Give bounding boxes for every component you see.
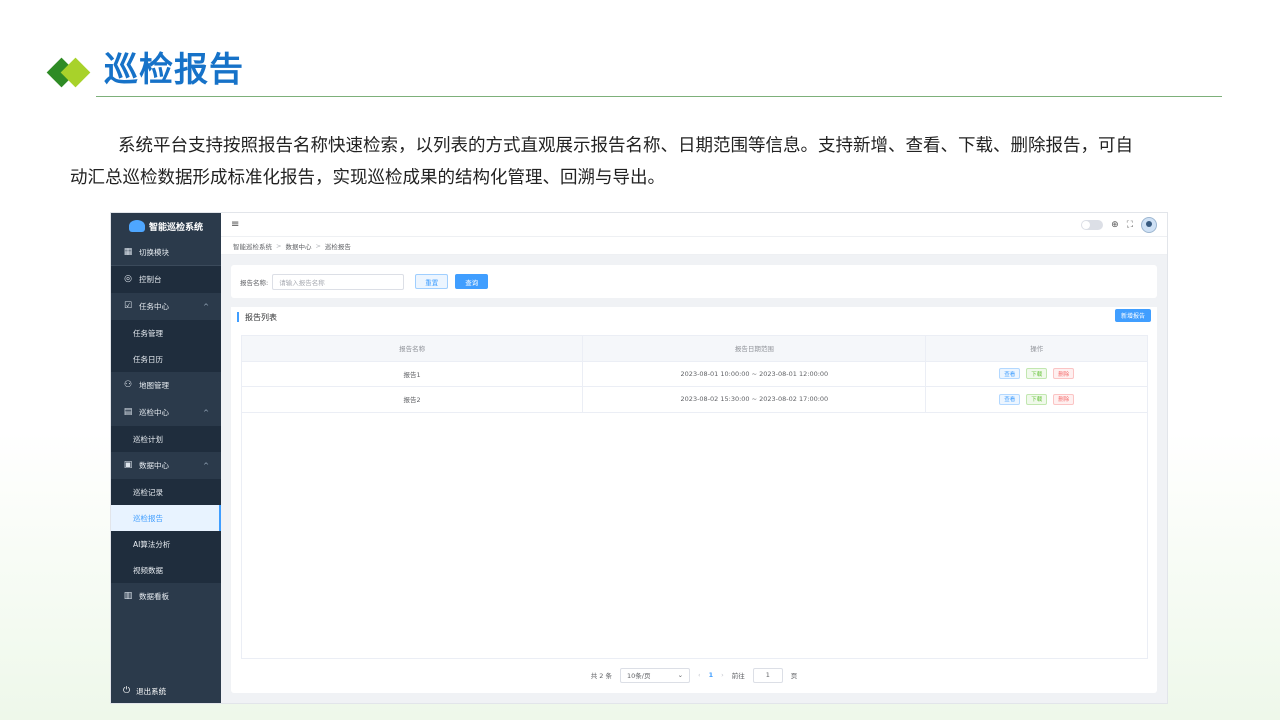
clipboard-icon: ▤ [123,407,133,417]
table-row: 报告1 2023-08-01 10:00:00 ~ 2023-08-01 12:… [242,361,1147,387]
report-list-header: 报告列表 新增报告 [231,307,1157,327]
grid-icon: ▦ [123,246,133,257]
monitor-icon: ▣ [123,460,133,470]
table-row: 报告2 2023-08-02 15:30:00 ~ 2023-08-02 17:… [242,387,1147,413]
delete-button[interactable]: 删除 [1053,393,1075,405]
sidebar-item-data-center[interactable]: ▣ 数据中心 ^ [111,452,221,479]
sidebar-item-inspection-center[interactable]: ▤ 巡检中心 ^ [111,399,221,426]
map-user-icon: ⚇ [123,380,133,390]
report-table-card: 报告名称 报告日期范围 操作 报告1 2023-08-01 10:00:00 ~… [231,327,1157,693]
query-button[interactable]: 查询 [455,274,489,289]
report-list-title: 报告列表 [245,312,277,322]
globe-icon[interactable]: ⊕ [1111,220,1119,230]
chevron-up-icon: ^ [203,302,209,311]
top-bar-actions: ⊕ ⛶ [1081,217,1157,233]
breadcrumb-item[interactable]: 数据中心 [285,241,311,251]
column-header-name: 报告名称 [242,336,584,361]
intro-line-1: 系统平台支持按照报告名称快速检索，以列表的方式直观展示报告名称、日期范围等信息。… [118,136,1133,156]
breadcrumb-separator-icon: > [276,241,282,250]
diamond-logo-icon [46,56,94,90]
chevron-down-icon: ⌄ [677,671,684,679]
sidebar-item-data-board[interactable]: ▥ 数据看板 [111,583,221,610]
sidebar-item-task-calendar[interactable]: 任务日历 [111,346,221,372]
prev-page-icon[interactable]: ‹ [698,671,701,679]
table-header-row: 报告名称 报告日期范围 操作 [242,336,1147,362]
chevron-up-icon: ^ [203,408,209,417]
breadcrumb-separator-icon: > [315,241,321,250]
calendar-check-icon: ☑ [123,301,133,311]
sidebar-item-ai-analysis[interactable]: AI算法分析 [111,531,221,557]
delete-button[interactable]: 删除 [1053,368,1075,380]
title-divider [96,96,1222,97]
dashboard-icon: ◎ [124,274,132,284]
actions-cell: 查看 下载 删除 [926,362,1147,387]
app-logo: 智能巡检系统 [111,213,221,239]
download-button[interactable]: 下载 [1026,393,1048,405]
sidebar-item-task-center[interactable]: ☑ 任务中心 ^ [111,293,221,320]
sidebar: 智能巡检系统 ▦ 切换模块 ◎ 控制台 ☑ 任务中心 ^ 任务管理 任务日历 ⚇… [111,213,221,703]
theme-toggle[interactable] [1081,220,1104,230]
add-report-button[interactable]: 新增报告 [1114,309,1151,322]
report-name-input[interactable]: 请输入报告名称 [272,273,405,290]
report-name-label: 报告名称: [240,278,269,287]
chart-board-icon: ▥ [123,591,133,601]
robot-logo-icon [128,220,145,232]
main-content: ≡ ⊕ ⛶ 智能巡检系统 > 数据中心 > 巡检报告 报告名称: 请输入报告名称… [221,213,1167,703]
page-number-current[interactable]: 1 [709,671,714,679]
sidebar-item-switch-module[interactable]: ▦ 切换模块 [111,239,221,266]
sidebar-item-inspection-report[interactable]: 巡检报告 [111,505,221,531]
sidebar-item-map-management[interactable]: ⚇ 地图管理 [111,372,221,399]
top-bar: ≡ ⊕ ⛶ [221,213,1167,237]
report-name-cell: 报告2 [242,387,584,412]
sidebar-item-inspection-records[interactable]: 巡检记录 [111,479,221,505]
goto-page-input[interactable]: 1 [752,667,783,683]
view-button[interactable]: 查看 [999,368,1021,380]
sidebar-item-video-data[interactable]: 视频数据 [111,557,221,583]
view-button[interactable]: 查看 [999,393,1021,405]
actions-cell: 查看 下载 删除 [926,387,1147,412]
menu-toggle-icon[interactable]: ≡ [231,219,239,230]
pagination: 共 2 条 10条/页 ⌄ ‹ 1 › 前往 1 页 [231,667,1157,683]
page-suffix-label: 页 [790,672,798,680]
next-page-icon[interactable]: › [721,671,724,679]
slide-header: 巡检报告 [46,40,1226,90]
app-window: 智能巡检系统 ▦ 切换模块 ◎ 控制台 ☑ 任务中心 ^ 任务管理 任务日历 ⚇… [110,212,1168,704]
section-accent-bar [237,312,239,322]
sidebar-item-inspection-plan[interactable]: 巡检计划 [111,426,221,452]
fullscreen-icon[interactable]: ⛶ [1127,220,1133,230]
report-name-cell: 报告1 [242,361,584,386]
intro-line-2: 动汇总巡检数据形成标准化报告，实现巡检成果的结构化管理、回溯与导出。 [70,168,665,188]
sidebar-item-task-management[interactable]: 任务管理 [111,320,221,346]
intro-paragraph: 系统平台支持按照报告名称快速检索，以列表的方式直观展示报告名称、日期范围等信息。… [70,130,1210,194]
app-logo-text: 智能巡检系统 [148,222,203,233]
breadcrumb-item-current: 巡检报告 [324,242,351,251]
page-size-select[interactable]: 10条/页 ⌄ [620,667,691,683]
logout-button[interactable]: ⏻ 退出系统 [111,677,221,703]
column-header-range: 报告日期范围 [583,336,927,361]
column-header-actions: 操作 [1030,345,1044,354]
slide-title: 巡检报告 [104,50,244,90]
total-count: 共 2 条 [590,672,613,680]
breadcrumb: 智能巡检系统 > 数据中心 > 巡检报告 [221,237,1167,255]
download-button[interactable]: 下载 [1026,368,1048,380]
chevron-up-icon: ^ [203,461,209,470]
sidebar-item-console[interactable]: ◎ 控制台 [111,266,221,293]
reset-button[interactable]: 重置 [415,274,449,289]
report-range-cell: 2023-08-01 10:00:00 ~ 2023-08-01 12:00:0… [583,361,927,386]
goto-label: 前往 [731,672,745,680]
breadcrumb-item[interactable]: 智能巡检系统 [233,241,272,251]
avatar[interactable] [1141,217,1157,233]
search-panel: 报告名称: 请输入报告名称 重置 查询 [231,265,1157,298]
power-icon: ⏻ [123,686,131,696]
report-range-cell: 2023-08-02 15:30:00 ~ 2023-08-02 17:00:0… [583,387,927,412]
report-table: 报告名称 报告日期范围 操作 报告1 2023-08-01 10:00:00 ~… [241,335,1148,659]
